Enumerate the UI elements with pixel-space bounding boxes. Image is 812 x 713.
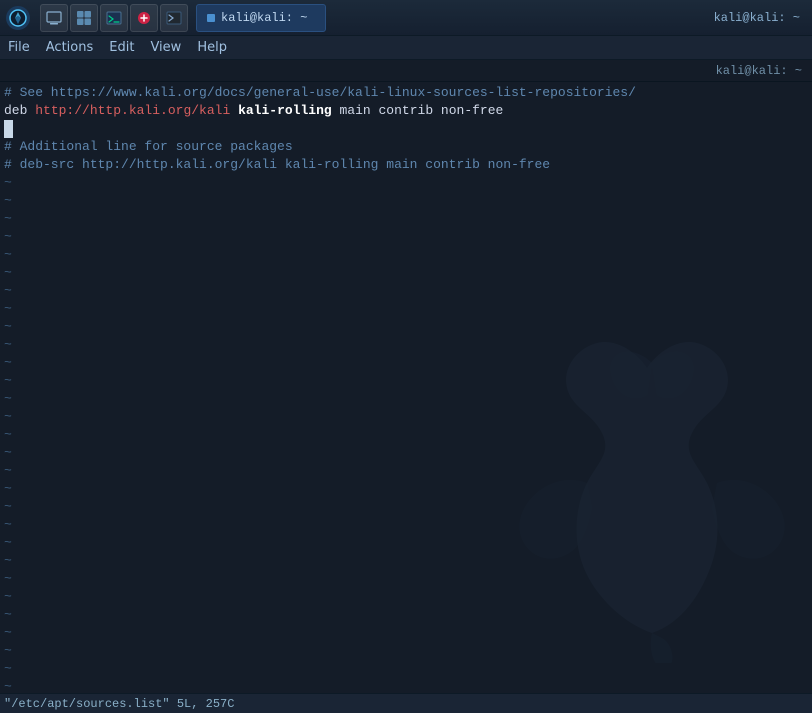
- vim-line-5-text: # deb-src http://http.kali.org/kali kali…: [0, 156, 550, 174]
- tilde-char: ~: [0, 264, 12, 282]
- tilde-line: ~: [0, 246, 812, 264]
- taskbar-app-2[interactable]: [70, 4, 98, 32]
- tilde-line: ~: [0, 336, 812, 354]
- taskbar-app-terminal[interactable]: [100, 4, 128, 32]
- tilde-line: ~: [0, 210, 812, 228]
- tilde-line: ~: [0, 588, 812, 606]
- taskbar-user-info: kali@kali: ~: [714, 11, 808, 25]
- taskbar: kali@kali: ~ kali@kali: ~: [0, 0, 812, 36]
- vim-infobar: kali@kali: ~: [0, 60, 812, 82]
- tilde-line: ~: [0, 282, 812, 300]
- tilde-char: ~: [0, 282, 12, 300]
- tilde-char: ~: [0, 336, 12, 354]
- tilde-char: ~: [0, 408, 12, 426]
- tilde-char: ~: [0, 228, 12, 246]
- tilde-line: ~: [0, 498, 812, 516]
- tilde-line: ~: [0, 462, 812, 480]
- tilde-line: ~: [0, 264, 812, 282]
- tilde-line: ~: [0, 678, 812, 693]
- vim-statusline: "/etc/apt/sources.list" 5L, 257C: [0, 693, 812, 713]
- tilde-line: ~: [0, 570, 812, 588]
- tilde-line: ~: [0, 534, 812, 552]
- menu-actions[interactable]: Actions: [46, 40, 94, 55]
- tilde-char: ~: [0, 678, 12, 693]
- vim-line-2: deb http://http.kali.org/kali kali-rolli…: [0, 102, 812, 120]
- vim-statusline-text: "/etc/apt/sources.list" 5L, 257C: [4, 697, 234, 711]
- taskbar-app-red[interactable]: [130, 4, 158, 32]
- tilde-line: ~: [0, 300, 812, 318]
- terminal-tab-label: kali@kali: ~: [221, 11, 307, 25]
- tilde-char: ~: [0, 390, 12, 408]
- tilde-char: ~: [0, 606, 12, 624]
- vim-line-4: # Additional line for source packages: [0, 138, 812, 156]
- tilde-char: ~: [0, 480, 12, 498]
- tilde-char: ~: [0, 498, 12, 516]
- tilde-char: ~: [0, 462, 12, 480]
- vim-line-2-text: deb http://http.kali.org/kali kali-rolli…: [0, 102, 503, 120]
- tilde-line: ~: [0, 444, 812, 462]
- tilde-char: ~: [0, 300, 12, 318]
- vim-line-3: [0, 120, 812, 138]
- tilde-line: ~: [0, 516, 812, 534]
- vim-window: File Actions Edit View Help kali@kali: ~: [0, 36, 812, 713]
- menu-help[interactable]: Help: [197, 40, 227, 55]
- tilde-line: ~: [0, 426, 812, 444]
- tilde-char: ~: [0, 192, 12, 210]
- tilde-line: ~: [0, 480, 812, 498]
- tilde-line: ~: [0, 318, 812, 336]
- tilde-line: ~: [0, 552, 812, 570]
- tilde-lines: ~~~~~~~~~~~~~~~~~~~~~~~~~~~~~~~~~~~~~~~~…: [0, 174, 812, 693]
- tilde-char: ~: [0, 372, 12, 390]
- vim-user-display: kali@kali: ~: [716, 64, 802, 78]
- tilde-line: ~: [0, 354, 812, 372]
- taskbar-app-1[interactable]: [40, 4, 68, 32]
- taskbar-apps: [40, 4, 188, 32]
- vim-editor-content[interactable]: # See https://www.kali.org/docs/general-…: [0, 82, 812, 693]
- terminal-tab-indicator: [207, 14, 215, 22]
- tilde-char: ~: [0, 588, 12, 606]
- vim-line-1: # See https://www.kali.org/docs/general-…: [0, 84, 812, 102]
- tilde-char: ~: [0, 354, 12, 372]
- tilde-line: ~: [0, 228, 812, 246]
- tilde-line: ~: [0, 174, 812, 192]
- tilde-line: ~: [0, 408, 812, 426]
- tilde-char: ~: [0, 624, 12, 642]
- vim-line-4-text: # Additional line for source packages: [0, 138, 293, 156]
- tilde-line: ~: [0, 372, 812, 390]
- menu-edit[interactable]: Edit: [109, 40, 134, 55]
- tilde-line: ~: [0, 390, 812, 408]
- vim-line-3-cursor: [0, 120, 13, 138]
- vim-menubar: File Actions Edit View Help: [0, 36, 812, 60]
- menu-view[interactable]: View: [150, 40, 181, 55]
- tilde-line: ~: [0, 642, 812, 660]
- tilde-char: ~: [0, 246, 12, 264]
- tilde-line: ~: [0, 624, 812, 642]
- tilde-char: ~: [0, 174, 12, 192]
- tilde-line: ~: [0, 606, 812, 624]
- tilde-char: ~: [0, 210, 12, 228]
- tilde-line: ~: [0, 192, 812, 210]
- vim-line-5: # deb-src http://http.kali.org/kali kali…: [0, 156, 812, 174]
- tilde-char: ~: [0, 444, 12, 462]
- terminal-tab[interactable]: kali@kali: ~: [196, 4, 326, 32]
- kali-logo-icon[interactable]: [4, 4, 32, 32]
- tilde-line: ~: [0, 660, 812, 678]
- tilde-char: ~: [0, 660, 12, 678]
- tilde-char: ~: [0, 570, 12, 588]
- menu-file[interactable]: File: [8, 40, 30, 55]
- tilde-char: ~: [0, 318, 12, 336]
- tilde-char: ~: [0, 642, 12, 660]
- vim-line-1-text: # See https://www.kali.org/docs/general-…: [0, 84, 636, 102]
- taskbar-app-cmd[interactable]: [160, 4, 188, 32]
- tilde-char: ~: [0, 426, 12, 444]
- tilde-char: ~: [0, 534, 12, 552]
- tilde-char: ~: [0, 552, 12, 570]
- tilde-char: ~: [0, 516, 12, 534]
